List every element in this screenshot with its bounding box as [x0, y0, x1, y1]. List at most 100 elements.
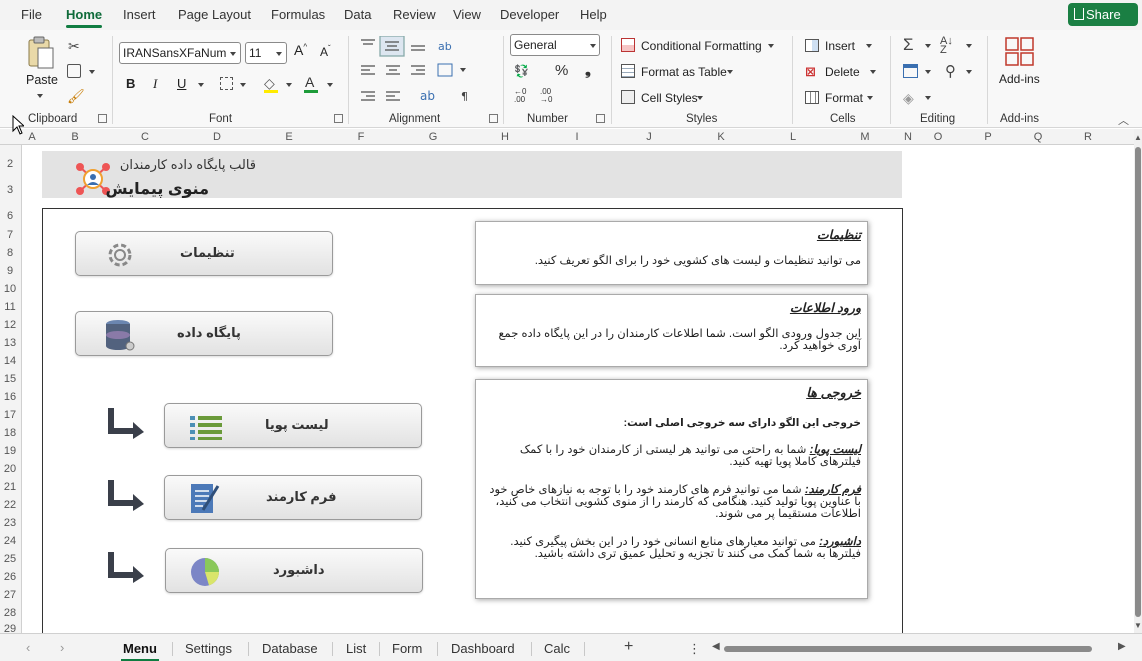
sheet-tab-calc[interactable]: Calc	[544, 641, 570, 656]
paste-label[interactable]: Paste	[26, 73, 58, 87]
delete-cells-button[interactable]: Delete	[825, 65, 860, 79]
row-header[interactable]: 6	[0, 210, 20, 222]
column-header[interactable]: J	[642, 131, 656, 143]
tab-home[interactable]: Home	[66, 7, 103, 28]
underline-dropdown-icon[interactable]	[198, 83, 204, 87]
collapse-ribbon-icon[interactable]: ︿	[1118, 112, 1129, 128]
hscroll-left-icon[interactable]: ◀	[712, 641, 720, 652]
add-ins-icon[interactable]	[1005, 37, 1035, 67]
sheet-tab-dashboard[interactable]: Dashboard	[451, 641, 515, 656]
tab-developer[interactable]: Developer	[500, 7, 559, 22]
column-header[interactable]: Q	[1031, 131, 1045, 143]
number-launcher-icon[interactable]	[596, 114, 605, 123]
borders-dropdown-icon[interactable]	[240, 83, 246, 87]
column-header[interactable]: K	[714, 131, 728, 143]
scroll-down-icon[interactable]: ▼	[1134, 621, 1142, 630]
column-header[interactable]: G	[426, 131, 440, 143]
row-header[interactable]: 14	[0, 355, 20, 367]
shrink-font-icon[interactable]: Aˇ	[320, 44, 331, 59]
grow-font-icon[interactable]: A^	[294, 42, 307, 58]
column-header[interactable]: P	[981, 131, 995, 143]
decrease-decimal-icon[interactable]: .00 →0	[540, 88, 552, 104]
vertical-scrollbar[interactable]: ▲ ▼	[1134, 129, 1142, 633]
row-header[interactable]: 8	[0, 247, 20, 259]
row-header[interactable]: 17	[0, 409, 20, 421]
format-painter-icon[interactable]: 🖌	[67, 88, 85, 105]
column-header[interactable]: M	[858, 131, 872, 143]
tab-help[interactable]: Help	[580, 7, 607, 22]
underline-button[interactable]: U	[177, 76, 186, 91]
cell-styles-button[interactable]: Cell Styles	[641, 91, 698, 105]
alignment-icons[interactable]: ab ab ¶	[358, 36, 488, 108]
row-header[interactable]: 18	[0, 427, 20, 439]
fill-color-dropdown-icon[interactable]	[286, 83, 292, 87]
tab-review[interactable]: Review	[393, 7, 436, 22]
format-as-table-icon[interactable]	[621, 64, 635, 78]
insert-cells-button[interactable]: Insert	[825, 39, 855, 53]
accounting-format-icon[interactable]: 💱	[514, 64, 529, 78]
sheet-tab-form[interactable]: Form	[392, 641, 422, 656]
format-cells-button[interactable]: Format	[825, 91, 863, 105]
more-options-icon[interactable]: ⋮	[688, 641, 701, 657]
chevron-down-icon[interactable]	[966, 44, 972, 48]
font-color-dropdown-icon[interactable]	[327, 83, 333, 87]
row-header[interactable]: 9	[0, 265, 20, 277]
column-header[interactable]: F	[354, 131, 368, 143]
paste-icon[interactable]	[26, 36, 56, 72]
tab-scroll-left-icon[interactable]: ‹	[26, 640, 30, 655]
column-header[interactable]: R	[1081, 131, 1095, 143]
column-header[interactable]: H	[498, 131, 512, 143]
add-sheet-button[interactable]: +	[624, 638, 633, 656]
horizontal-scroll-thumb[interactable]	[724, 646, 1092, 652]
conditional-formatting-icon[interactable]	[621, 38, 635, 52]
tab-file[interactable]: File	[21, 7, 42, 22]
hscroll-right-icon[interactable]: ▶	[1118, 641, 1126, 652]
vertical-scroll-thumb[interactable]	[1135, 147, 1141, 617]
column-header[interactable]: I	[570, 131, 584, 143]
row-header[interactable]: 25	[0, 553, 20, 565]
bold-button[interactable]: B	[126, 76, 135, 91]
chevron-down-icon[interactable]	[727, 70, 733, 74]
tab-page-layout[interactable]: Page Layout	[178, 7, 251, 22]
increase-decimal-icon[interactable]: ←0.00	[514, 88, 526, 104]
chevron-down-icon[interactable]	[867, 96, 873, 100]
clipboard-launcher-icon[interactable]	[98, 114, 107, 123]
row-header[interactable]: 16	[0, 391, 20, 403]
row-header[interactable]: 10	[0, 283, 20, 295]
dynamic-list-nav-button[interactable]: لیست پویا	[164, 403, 422, 448]
chevron-down-icon[interactable]	[925, 44, 931, 48]
conditional-formatting-button[interactable]: Conditional Formatting	[641, 39, 762, 53]
column-header[interactable]: C	[138, 131, 152, 143]
format-as-table-button[interactable]: Format as Table	[641, 65, 727, 79]
merge-dropdown-icon[interactable]	[460, 68, 466, 72]
cut-icon[interactable]: ✂	[68, 38, 80, 55]
scroll-up-icon[interactable]: ▲	[1134, 133, 1142, 142]
row-header[interactable]: 13	[0, 337, 20, 349]
chevron-down-icon[interactable]	[866, 44, 872, 48]
row-header[interactable]: 19	[0, 445, 20, 457]
column-header[interactable]: B	[68, 131, 82, 143]
tab-insert[interactable]: Insert	[123, 7, 156, 22]
tab-view[interactable]: View	[453, 7, 481, 22]
share-button[interactable]: Share	[1068, 3, 1138, 26]
sort-filter-icon[interactable]: A↓ Z	[940, 36, 953, 56]
column-header[interactable]: L	[786, 131, 800, 143]
borders-icon[interactable]	[220, 77, 233, 90]
number-format-select[interactable]: General	[510, 34, 600, 56]
chevron-down-icon[interactable]	[697, 96, 703, 100]
employee-form-nav-button[interactable]: فرم کارمند	[164, 475, 422, 520]
column-header[interactable]: E	[282, 131, 296, 143]
row-header[interactable]: 26	[0, 571, 20, 583]
chevron-down-icon[interactable]	[966, 70, 972, 74]
worksheet-area[interactable]: قالب پایگاه داده کارمندان منوی پیمایش تن…	[23, 146, 1134, 633]
column-header[interactable]: A	[25, 131, 39, 143]
row-header[interactable]: 2	[0, 158, 20, 170]
font-color-icon[interactable]: A	[304, 74, 318, 93]
delete-cells-icon[interactable]: ⊠	[805, 64, 816, 80]
row-header[interactable]: 12	[0, 319, 20, 331]
row-header[interactable]: 22	[0, 499, 20, 511]
row-header[interactable]: 11	[0, 301, 20, 313]
row-header[interactable]: 7	[0, 229, 20, 241]
row-header[interactable]: 20	[0, 463, 20, 475]
sheet-tab-list[interactable]: List	[346, 641, 366, 656]
